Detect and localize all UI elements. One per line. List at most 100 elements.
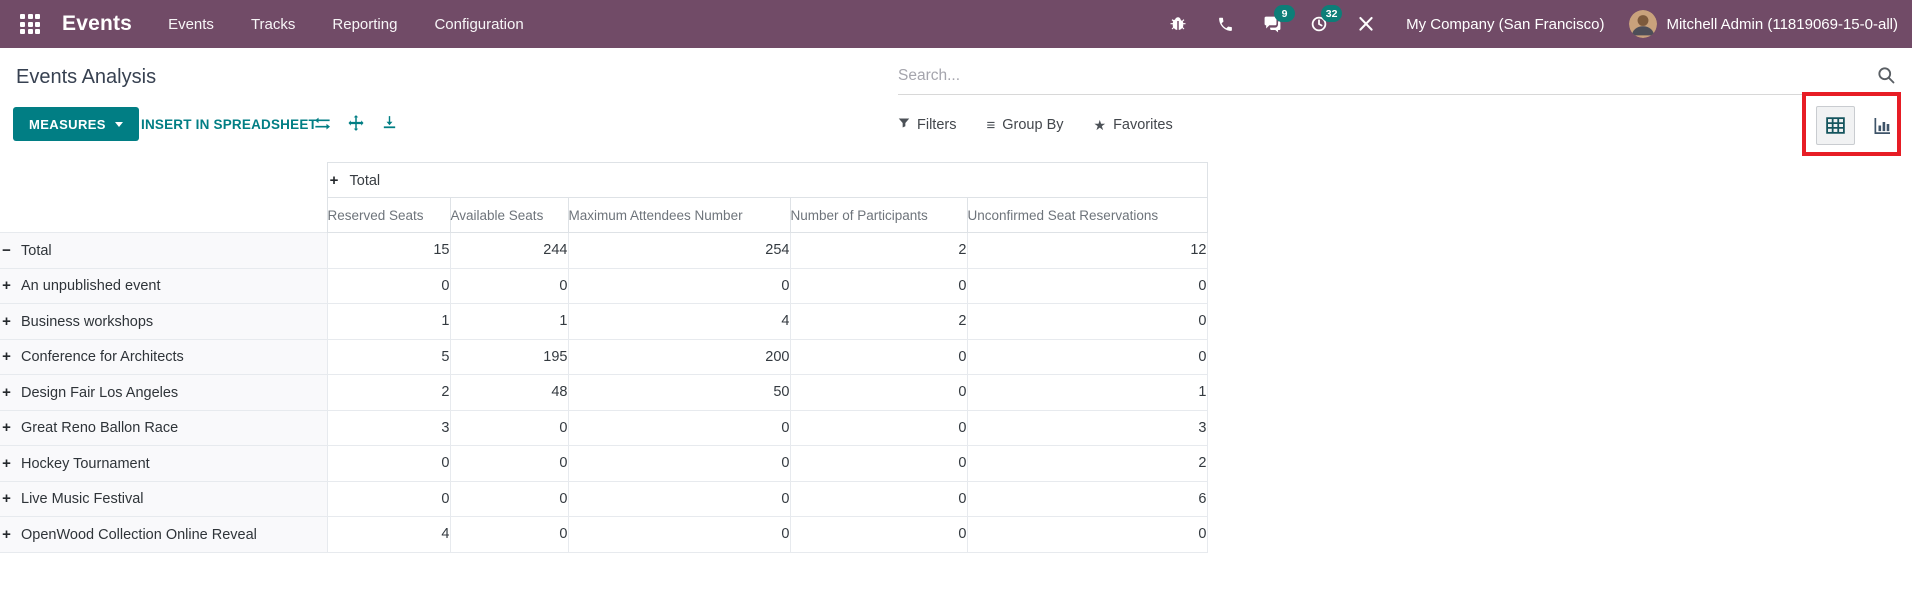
pivot-value-cell: 0 — [967, 339, 1207, 375]
pivot-value-cell: 0 — [327, 446, 450, 482]
pivot-row-header[interactable]: +Hockey Tournament — [0, 446, 327, 482]
pivot-value-cell: 0 — [450, 481, 568, 517]
star-icon: ★ — [1094, 117, 1107, 134]
search-icon[interactable] — [1876, 65, 1896, 90]
pivot-value-cell: 0 — [450, 410, 568, 446]
pivot-row-header[interactable]: +Conference for Architects — [0, 339, 327, 375]
graph-view-button[interactable] — [1862, 106, 1901, 145]
pivot-value-cell: 0 — [967, 517, 1207, 553]
app-brand[interactable]: Events — [62, 12, 132, 36]
pivot-value-cell: 5 — [327, 339, 450, 375]
group-by-label: Group By — [1002, 117, 1063, 133]
pivot-value-cell: 0 — [450, 446, 568, 482]
top-menu-item-reporting[interactable]: Reporting — [332, 16, 397, 33]
pivot-value-cell: 2 — [327, 375, 450, 411]
caret-down-icon — [115, 122, 123, 127]
pivot-value-cell: 0 — [568, 517, 790, 553]
measures-label: MEASURES — [29, 117, 106, 132]
expand-icon: + — [328, 172, 341, 189]
pivot-value-cell: 1 — [450, 304, 568, 340]
download-icon[interactable] — [381, 114, 398, 136]
control-panel-buttons: MEASURES INSERT IN SPREADSHEET Filters ≡… — [0, 104, 1912, 146]
top-navbar: Events Events Tracks Reporting Configuratio… — [0, 0, 1912, 48]
filter-funnel-icon — [898, 117, 910, 133]
user-menu[interactable]: Mitchell Admin (11819069-15-0-all) — [1629, 10, 1898, 38]
pivot-row-label: Conference for Architects — [21, 349, 184, 365]
search-input[interactable] — [898, 57, 1898, 95]
filters-menu[interactable]: Filters — [898, 117, 956, 133]
activities-badge: 32 — [1321, 5, 1342, 22]
collapse-icon: − — [0, 242, 13, 259]
user-name: Mitchell Admin (11819069-15-0-all) — [1666, 16, 1898, 33]
pivot-value-cell: 0 — [967, 304, 1207, 340]
expand-icon: + — [0, 277, 13, 294]
group-by-menu[interactable]: ≡ Group By — [986, 117, 1063, 133]
pivot-value-cell: 200 — [568, 339, 790, 375]
pivot-value-cell: 0 — [327, 481, 450, 517]
pivot-row-header[interactable]: +Great Reno Ballon Race — [0, 410, 327, 446]
expand-all-icon[interactable] — [347, 114, 365, 137]
company-switcher[interactable]: My Company (San Francisco) — [1406, 16, 1604, 33]
pivot-row-label: Business workshops — [21, 314, 153, 330]
pivot-value-cell: 2 — [790, 304, 967, 340]
pivot-value-cell: 0 — [568, 446, 790, 482]
pivot-value-cell: 0 — [790, 268, 967, 304]
pivot-row-label: An unpublished event — [21, 278, 160, 294]
activities-clock-icon[interactable]: 32 — [1308, 11, 1330, 37]
pivot-view-button[interactable] — [1816, 106, 1855, 145]
measures-button[interactable]: MEASURES — [13, 107, 139, 141]
pivot-grid-icon — [1825, 115, 1846, 136]
voip-phone-icon[interactable] — [1214, 11, 1236, 37]
pivot-row-header[interactable]: −Total — [0, 233, 327, 269]
pivot-value-cell: 50 — [568, 375, 790, 411]
measure-header[interactable]: Reserved Seats — [327, 198, 450, 233]
top-menu-item-configuration[interactable]: Configuration — [434, 16, 523, 33]
pivot-value-cell: 244 — [450, 233, 568, 269]
pivot-value-cell: 12 — [967, 233, 1207, 269]
top-menu-item-events[interactable]: Events — [168, 16, 214, 33]
search-facets: Filters ≡ Group By ★ Favorites — [898, 104, 1173, 146]
insert-in-spreadsheet-button[interactable]: INSERT IN SPREADSHEET — [135, 107, 323, 141]
pivot-row-header[interactable]: + An unpublished event — [0, 268, 327, 304]
filters-label: Filters — [917, 117, 956, 133]
expand-icon: + — [0, 526, 13, 543]
flip-axis-icon[interactable] — [313, 114, 332, 138]
pivot-value-cell: 254 — [568, 233, 790, 269]
pivot-row-header[interactable]: +Design Fair Los Angeles — [0, 375, 327, 411]
pivot-row-header[interactable]: +Live Music Festival — [0, 481, 327, 517]
pivot-value-cell: 0 — [327, 268, 450, 304]
measure-header[interactable]: Available Seats — [450, 198, 568, 233]
debug-bug-icon[interactable] — [1167, 11, 1189, 37]
measure-header[interactable]: Unconfirmed Seat Reservations — [967, 198, 1207, 233]
tools-icon[interactable] — [1355, 11, 1377, 37]
systray: 9 32 My Company (San Francisco) Mitchell… — [1167, 10, 1898, 38]
pivot-view: + Total Reserved SeatsAvailable SeatsMaxi… — [0, 162, 1208, 553]
pivot-value-cell: 4 — [568, 304, 790, 340]
pivot-row-header[interactable]: +Business workshops — [0, 304, 327, 340]
pivot-value-cell: 0 — [790, 446, 967, 482]
top-menu: Events Tracks Reporting Configuration — [168, 16, 524, 33]
pivot-row-label: Design Fair Los Angeles — [21, 385, 178, 401]
table-row: +OpenWood Collection Online Reveal40000 — [0, 517, 1207, 553]
top-menu-item-tracks[interactable]: Tracks — [251, 16, 295, 33]
pivot-value-cell: 1 — [327, 304, 450, 340]
measure-header[interactable]: Maximum Attendees Number — [568, 198, 790, 233]
column-group-total-header[interactable]: + Total — [327, 163, 1207, 198]
column-group-label: Total — [350, 173, 381, 189]
pivot-value-cell: 1 — [967, 375, 1207, 411]
table-row: −Total15244254212 — [0, 233, 1207, 269]
measure-header[interactable]: Number of Participants — [790, 198, 967, 233]
favorites-menu[interactable]: ★ Favorites — [1094, 117, 1173, 134]
table-row: +Great Reno Ballon Race30003 — [0, 410, 1207, 446]
search-bar — [898, 57, 1898, 95]
pivot-value-cell: 3 — [967, 410, 1207, 446]
messages-badge: 9 — [1274, 5, 1295, 22]
favorites-label: Favorites — [1113, 117, 1173, 133]
pivot-row-label: Hockey Tournament — [21, 456, 150, 472]
pivot-row-label: Live Music Festival — [21, 491, 143, 507]
messages-icon[interactable]: 9 — [1261, 11, 1283, 37]
apps-menu-icon[interactable] — [20, 14, 40, 34]
pivot-row-header[interactable]: +OpenWood Collection Online Reveal — [0, 517, 327, 553]
pivot-value-cell: 0 — [450, 517, 568, 553]
bar-chart-icon — [1872, 116, 1892, 136]
